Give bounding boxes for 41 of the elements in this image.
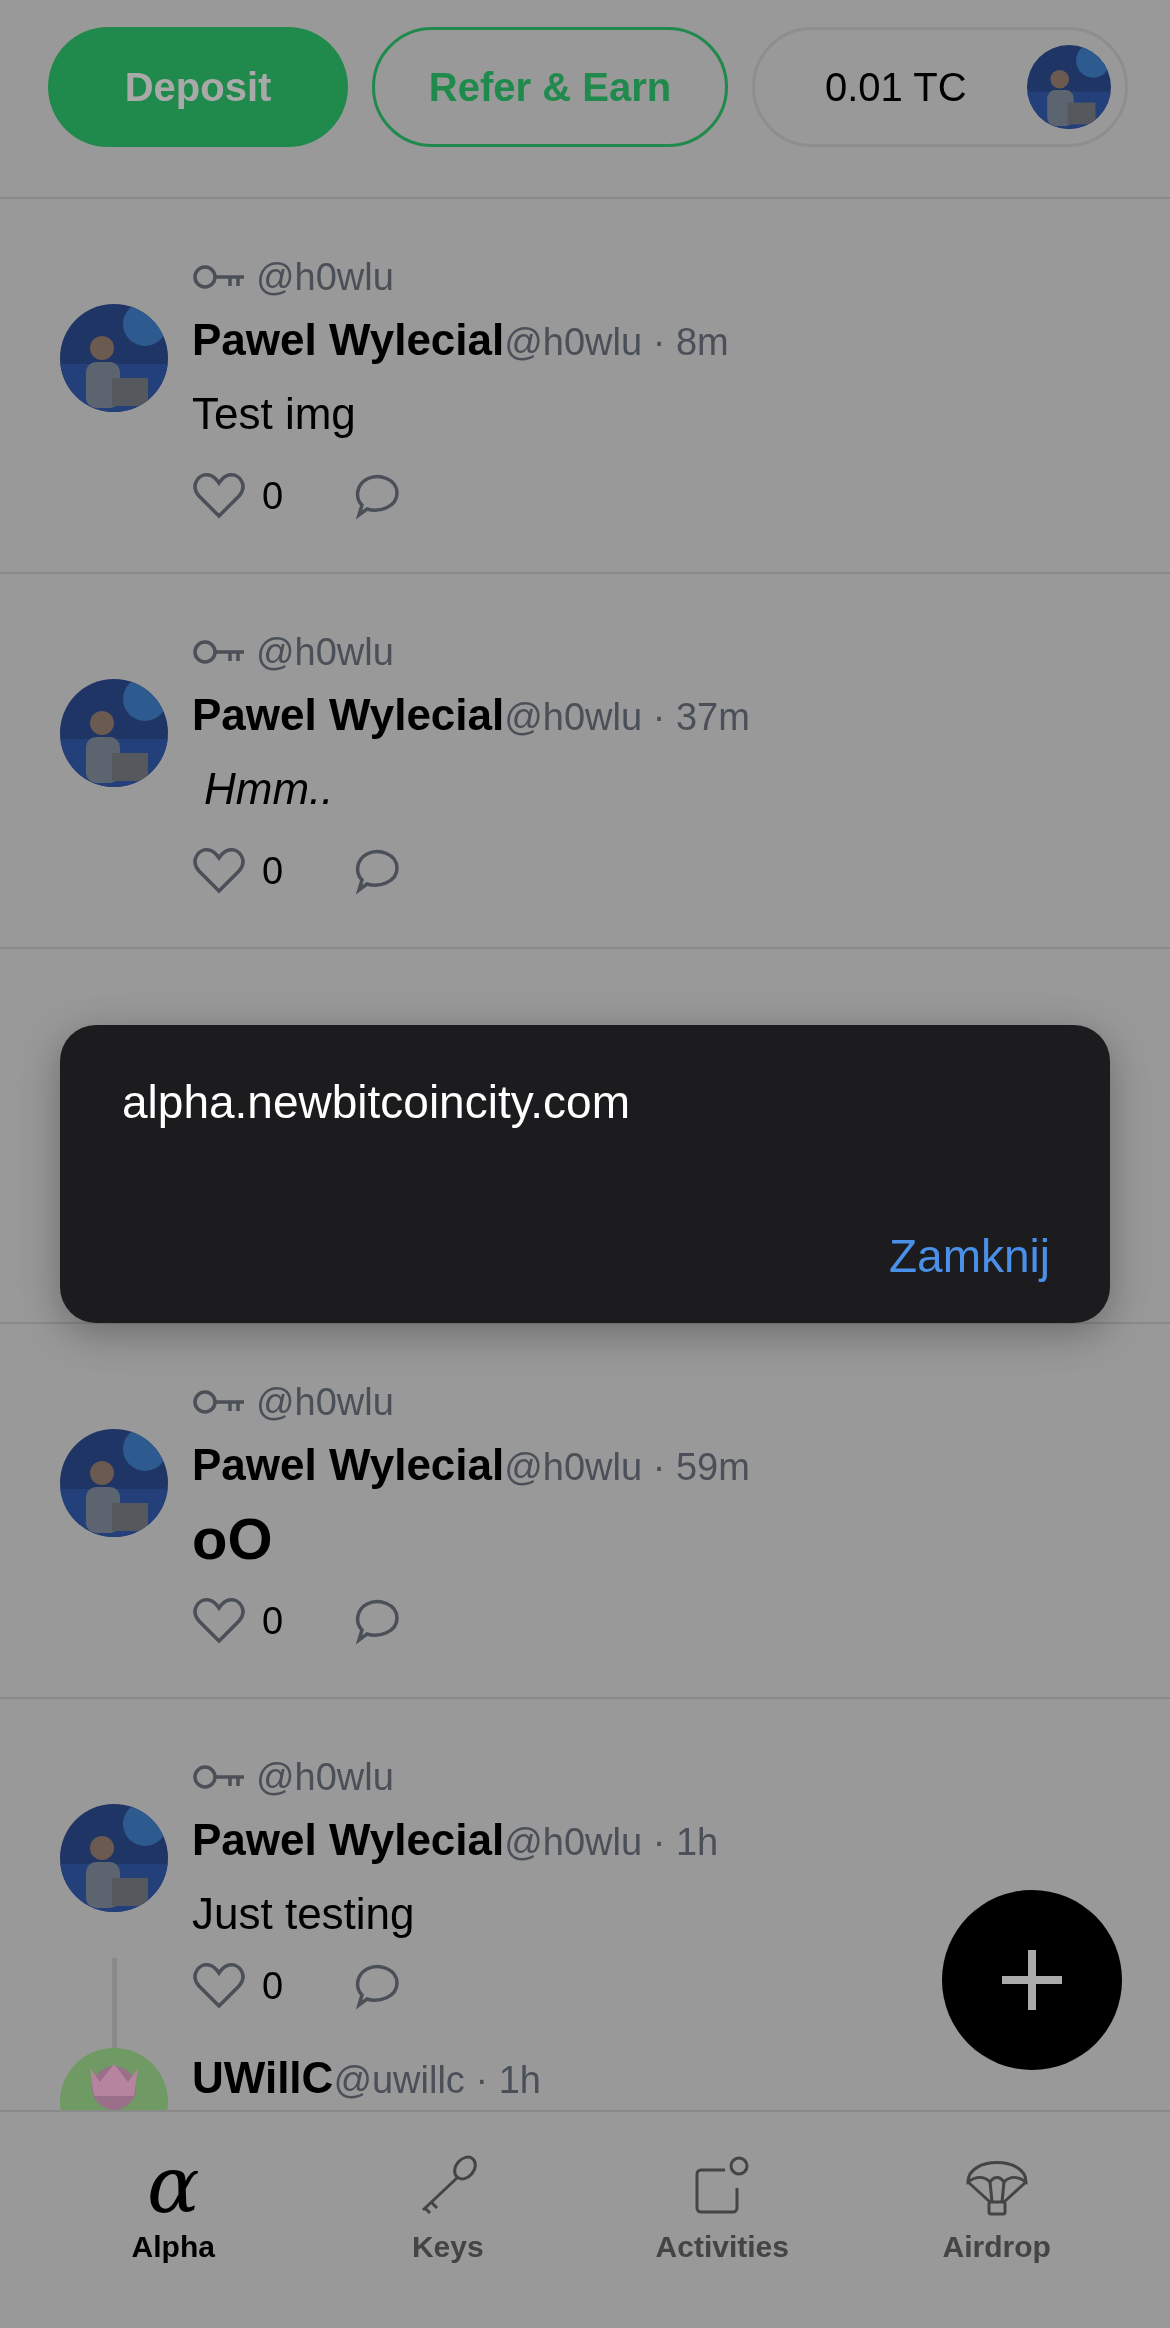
heart-icon[interactable] [192, 846, 246, 896]
reposter-handle[interactable]: @h0wlu [256, 1755, 394, 1799]
balance-pill[interactable]: 0.01 TC [752, 27, 1128, 147]
reposter-handle[interactable]: @h0wlu [256, 255, 394, 299]
heart-icon[interactable] [192, 1961, 246, 2011]
post-text: Test img [192, 388, 357, 440]
heart-icon[interactable] [192, 1596, 246, 1646]
nav-tab[interactable]: Keys [310, 2112, 585, 2328]
heart-icon[interactable] [192, 471, 246, 521]
nav-tab[interactable]: Airdrop [859, 2112, 1134, 2328]
key-icon [192, 1388, 246, 1416]
nav-tab[interactable]: Activities [585, 2112, 860, 2328]
nav-tab[interactable]: α Alpha [36, 2112, 311, 2328]
close-button[interactable]: Zamknij [888, 1229, 1050, 1283]
author-name[interactable]: Pawel Wylecial [192, 1815, 505, 1864]
plus-icon [1000, 1948, 1064, 2012]
author-name[interactable]: Pawel Wylecial [192, 1440, 505, 1489]
like-count: 0 [262, 1599, 284, 1643]
balance-amount: 0.01 TC [825, 64, 967, 110]
author-handle: @h0wlu · 59m [504, 1446, 750, 1488]
post-text: Hmm.. [203, 763, 335, 815]
author-name[interactable]: UWillC [192, 2053, 334, 2102]
author-handle: @h0wlu · 1h [504, 1821, 719, 1863]
like-count: 0 [262, 849, 284, 893]
reposter-handle[interactable]: @h0wlu [256, 1380, 394, 1424]
post-text: oO [192, 1509, 274, 1569]
key-icon [192, 1763, 246, 1791]
like-count: 0 [262, 474, 284, 518]
post-text: Just testing [192, 1888, 416, 1940]
deposit-button[interactable]: Deposit [48, 27, 348, 147]
key-icon [192, 638, 246, 666]
key-icon [192, 263, 246, 291]
author-handle: @uwillc · 1h [333, 2059, 541, 2101]
author-handle: @h0wlu · 8m [504, 321, 729, 363]
like-count: 0 [262, 1964, 284, 2008]
alpha-icon: α [146, 2150, 200, 2220]
author-name[interactable]: Pawel Wylecial [192, 690, 505, 739]
dialog-message: alpha.newbitcoincity.com [122, 1075, 631, 1129]
reposter-handle[interactable]: @h0wlu [256, 630, 394, 674]
author-name[interactable]: Pawel Wylecial [192, 315, 505, 364]
author-handle: @h0wlu · 37m [504, 696, 750, 738]
